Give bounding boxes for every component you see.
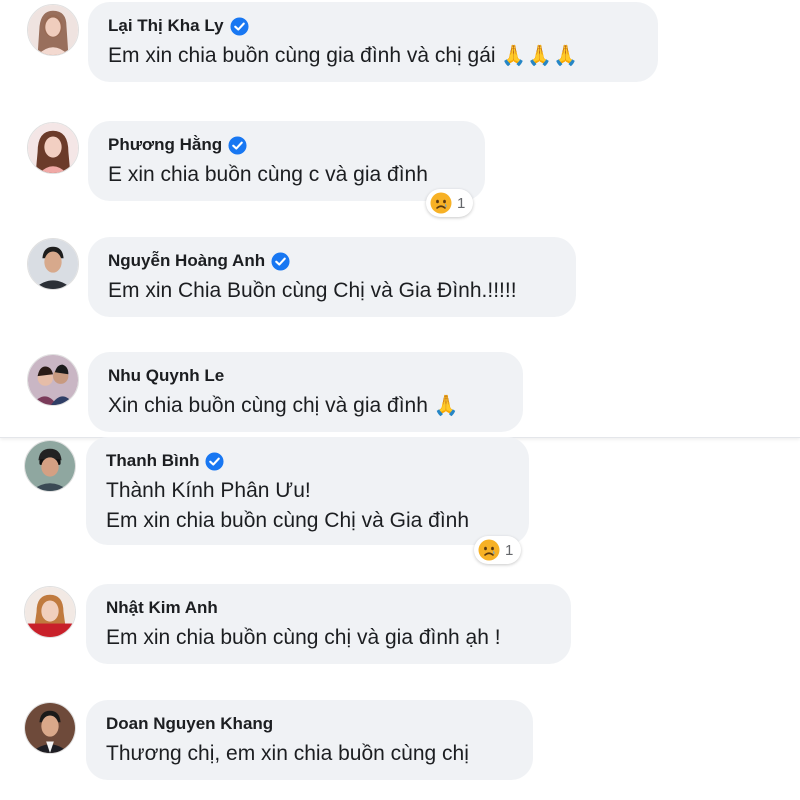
- verified-badge-icon: [205, 451, 225, 471]
- comment-text: E xin chia buồn cùng c và gia đình: [108, 163, 428, 186]
- avatar[interactable]: [24, 586, 76, 638]
- reaction-count[interactable]: 1: [426, 189, 474, 217]
- comment-author[interactable]: Lại Thị Kha Ly: [108, 15, 638, 37]
- avatar[interactable]: [27, 238, 79, 290]
- comment-text: Em xin chia buồn cùng gia đình và chị gá…: [108, 44, 580, 67]
- comment-bubble: Nhu Quynh Le Xin chia buồn cùng chị và g…: [88, 352, 523, 432]
- avatar[interactable]: [27, 354, 79, 406]
- verified-badge-icon: [271, 251, 290, 271]
- comment-author[interactable]: Doan Nguyen Khang: [106, 713, 513, 735]
- folded-hands-icon: 🙏🙏🙏: [501, 45, 580, 67]
- comment-bubble: Nhật Kim Anh Em xin chia buồn cùng chị v…: [86, 584, 571, 664]
- comment-text: Em xin Chia Buồn cùng Chị và Gia Đình.!!…: [108, 279, 517, 302]
- avatar[interactable]: [27, 4, 79, 56]
- comment-bubble: Thanh Bình Thành Kính Phân Ưu! Em xin ch…: [86, 437, 529, 545]
- comment-text: Xin chia buồn cùng chị và gia đình 🙏: [108, 394, 460, 417]
- comment-author[interactable]: Phương Hằng: [108, 134, 465, 156]
- sad-face-icon: [478, 539, 500, 561]
- reaction-count[interactable]: 1: [474, 536, 522, 564]
- comment-bubble: Lại Thị Kha Ly Em xin chia buồn cùng gia…: [88, 2, 658, 82]
- folded-hands-icon: 🙏: [433, 395, 460, 417]
- comment-author[interactable]: Thanh Bình: [106, 450, 509, 472]
- comment-bubble: Doan Nguyen Khang Thương chị, em xin chi…: [86, 700, 533, 780]
- avatar[interactable]: [24, 702, 76, 754]
- comment-author[interactable]: Nguyễn Hoàng Anh: [108, 250, 556, 272]
- comment-author[interactable]: Nhật Kim Anh: [106, 597, 551, 619]
- comment-text: Thành Kính Phân Ưu! Em xin chia buồn cùn…: [106, 479, 470, 532]
- comment-author[interactable]: Nhu Quynh Le: [108, 365, 503, 387]
- verified-badge-icon: [228, 135, 247, 155]
- verified-badge-icon: [230, 16, 249, 36]
- comment-text: Thương chị, em xin chia buồn cùng chị: [106, 742, 469, 765]
- avatar[interactable]: [24, 440, 76, 492]
- comment-text: Em xin chia buồn cùng chị và gia đình ạh…: [106, 626, 501, 649]
- comment-bubble: Nguyễn Hoàng Anh Em xin Chia Buồn cùng C…: [88, 237, 576, 317]
- comment-bubble: Phương Hằng E xin chia buồn cùng c và gi…: [88, 121, 485, 201]
- avatar[interactable]: [27, 122, 79, 174]
- sad-face-icon: [430, 192, 452, 214]
